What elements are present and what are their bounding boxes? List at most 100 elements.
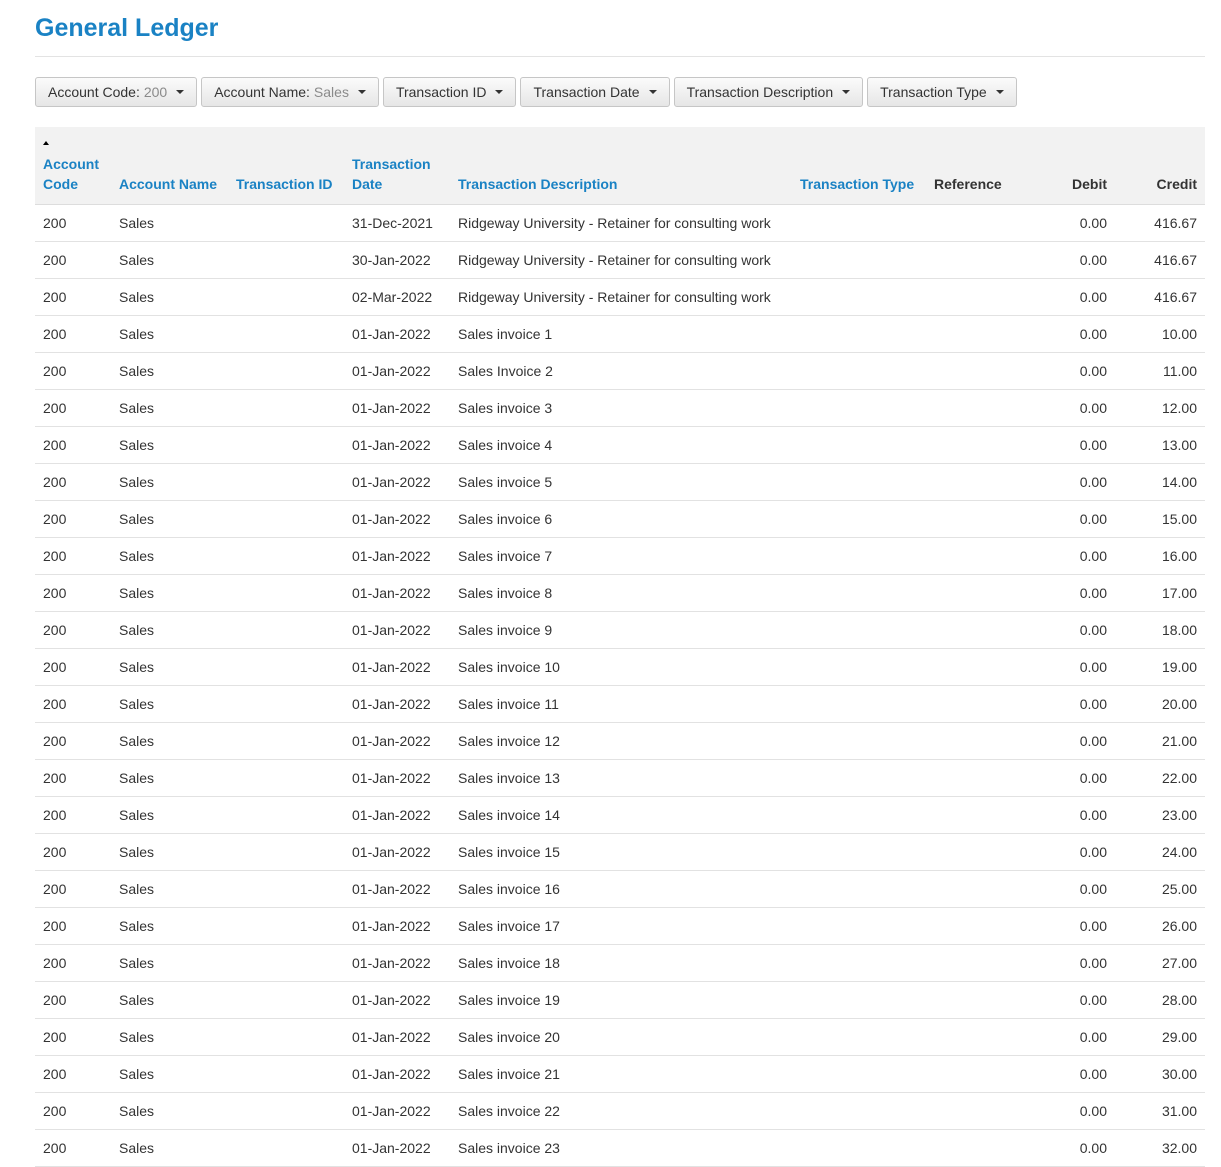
cell-transaction-id [228,352,344,390]
filter-account-name-button[interactable]: Account Name: Sales [201,77,379,107]
filter-transaction-description-button[interactable]: Transaction Description [673,77,864,107]
cell-transaction-id [228,722,344,760]
table-row: 200 Sales 31-Dec-2021 Ridgeway University -… [35,204,1205,242]
column-header-transaction-id[interactable]: Transaction ID [228,127,344,205]
cell-credit: 21.00 [1115,722,1205,760]
cell-credit: 12.00 [1115,389,1205,427]
table-row: 200 Sales 01-Jan-2022 Sales invoice 9 0.00 18… [35,611,1205,649]
cell-reference [926,537,1036,575]
column-header-label-line1: Transaction [352,155,431,172]
cell-reference [926,315,1036,353]
cell-credit: 31.00 [1115,1092,1205,1130]
cell-debit: 0.00 [1036,870,1115,908]
cell-account-code: 200 [35,574,111,612]
filter-value: Sales [313,84,349,100]
cell-transaction-type [792,500,926,538]
filter-transaction-type-button[interactable]: Transaction Type [867,77,1017,107]
cell-transaction-date: 01-Jan-2022 [344,1129,450,1167]
cell-account-code: 200 [35,759,111,797]
cell-account-code: 200 [35,315,111,353]
cell-debit: 0.00 [1036,981,1115,1019]
cell-account-code: 200 [35,537,111,575]
column-header-label-line2: Date [352,175,383,192]
table-row: 200 Sales 01-Jan-2022 Sales invoice 18 0.00 2… [35,944,1205,982]
column-header-label: Debit [1072,175,1107,192]
cell-transaction-date: 01-Jan-2022 [344,611,450,649]
cell-debit: 0.00 [1036,796,1115,834]
cell-account-code: 200 [35,204,111,242]
caret-down-icon [995,90,1004,94]
filter-transaction-date-button[interactable]: Transaction Date [520,77,670,107]
cell-credit: 14.00 [1115,463,1205,501]
cell-transaction-date: 01-Jan-2022 [344,796,450,834]
column-header-label: Reference [934,175,1002,192]
table-row: 200 Sales 01-Jan-2022 Sales invoice 15 0.00 2… [35,833,1205,871]
column-header-transaction-type[interactable]: Transaction Type [792,127,926,205]
cell-debit: 0.00 [1036,722,1115,760]
cell-credit: 10.00 [1115,315,1205,353]
cell-account-code: 200 [35,463,111,501]
cell-transaction-date: 01-Jan-2022 [344,574,450,612]
cell-account-code: 200 [35,1055,111,1093]
column-header-transaction-description[interactable]: Transaction Description [450,127,792,205]
cell-debit: 0.00 [1036,537,1115,575]
cell-transaction-date: 01-Jan-2022 [344,315,450,353]
filter-label: Transaction ID [395,84,487,100]
column-header-account-code[interactable]: Account Code [35,127,111,205]
cell-account-name: Sales [111,981,228,1019]
filter-account-code-button[interactable]: Account Code: 200 [35,77,198,107]
cell-credit: 25.00 [1115,870,1205,908]
cell-account-name: Sales [111,389,228,427]
cell-transaction-id [228,537,344,575]
cell-account-name: Sales [111,796,228,834]
cell-reference [926,833,1036,871]
cell-reference [926,759,1036,797]
filter-transaction-id-button[interactable]: Transaction ID [382,77,517,107]
cell-account-code: 200 [35,1018,111,1056]
cell-account-name: Sales [111,611,228,649]
cell-account-name: Sales [111,685,228,723]
cell-transaction-description: Sales invoice 8 [450,574,792,612]
cell-account-name: Sales [111,648,228,686]
cell-reference [926,1092,1036,1130]
cell-transaction-description: Sales invoice 17 [450,907,792,945]
cell-transaction-type [792,278,926,316]
cell-transaction-id [228,1129,344,1167]
cell-transaction-description: Sales invoice 15 [450,833,792,871]
cell-transaction-description: Sales invoice 21 [450,1055,792,1093]
cell-transaction-date: 02-Mar-2022 [344,278,450,316]
cell-debit: 0.00 [1036,315,1115,353]
filter-label: Account Name: [214,84,310,100]
cell-account-code: 200 [35,796,111,834]
cell-transaction-type [792,315,926,353]
cell-reference [926,685,1036,723]
cell-transaction-id [228,796,344,834]
cell-account-name: Sales [111,1055,228,1093]
column-header-label-line2: Code [43,175,78,192]
cell-account-code: 200 [35,907,111,945]
cell-debit: 0.00 [1036,1129,1115,1167]
table-row: 200 Sales 01-Jan-2022 Sales invoice 22 0.00 3… [35,1092,1205,1130]
cell-reference [926,352,1036,390]
column-header-transaction-date[interactable]: Transaction Date [344,127,450,205]
cell-transaction-id [228,981,344,1019]
cell-transaction-id [228,426,344,464]
cell-transaction-date: 01-Jan-2022 [344,500,450,538]
cell-account-name: Sales [111,463,228,501]
page-title: General Ledger [35,14,219,42]
cell-credit: 416.67 [1115,204,1205,242]
cell-transaction-date: 01-Jan-2022 [344,648,450,686]
cell-transaction-date: 01-Jan-2022 [344,463,450,501]
cell-account-name: Sales [111,574,228,612]
column-header-account-name[interactable]: Account Name [111,127,228,205]
cell-account-code: 200 [35,241,111,279]
cell-account-name: Sales [111,204,228,242]
table-row: 200 Sales 01-Jan-2022 Sales invoice 14 0.00 2… [35,796,1205,834]
cell-debit: 0.00 [1036,204,1115,242]
cell-debit: 0.00 [1036,833,1115,871]
cell-reference [926,278,1036,316]
cell-debit: 0.00 [1036,611,1115,649]
cell-transaction-type [792,463,926,501]
cell-transaction-date: 01-Jan-2022 [344,1018,450,1056]
caret-down-icon [648,90,657,94]
